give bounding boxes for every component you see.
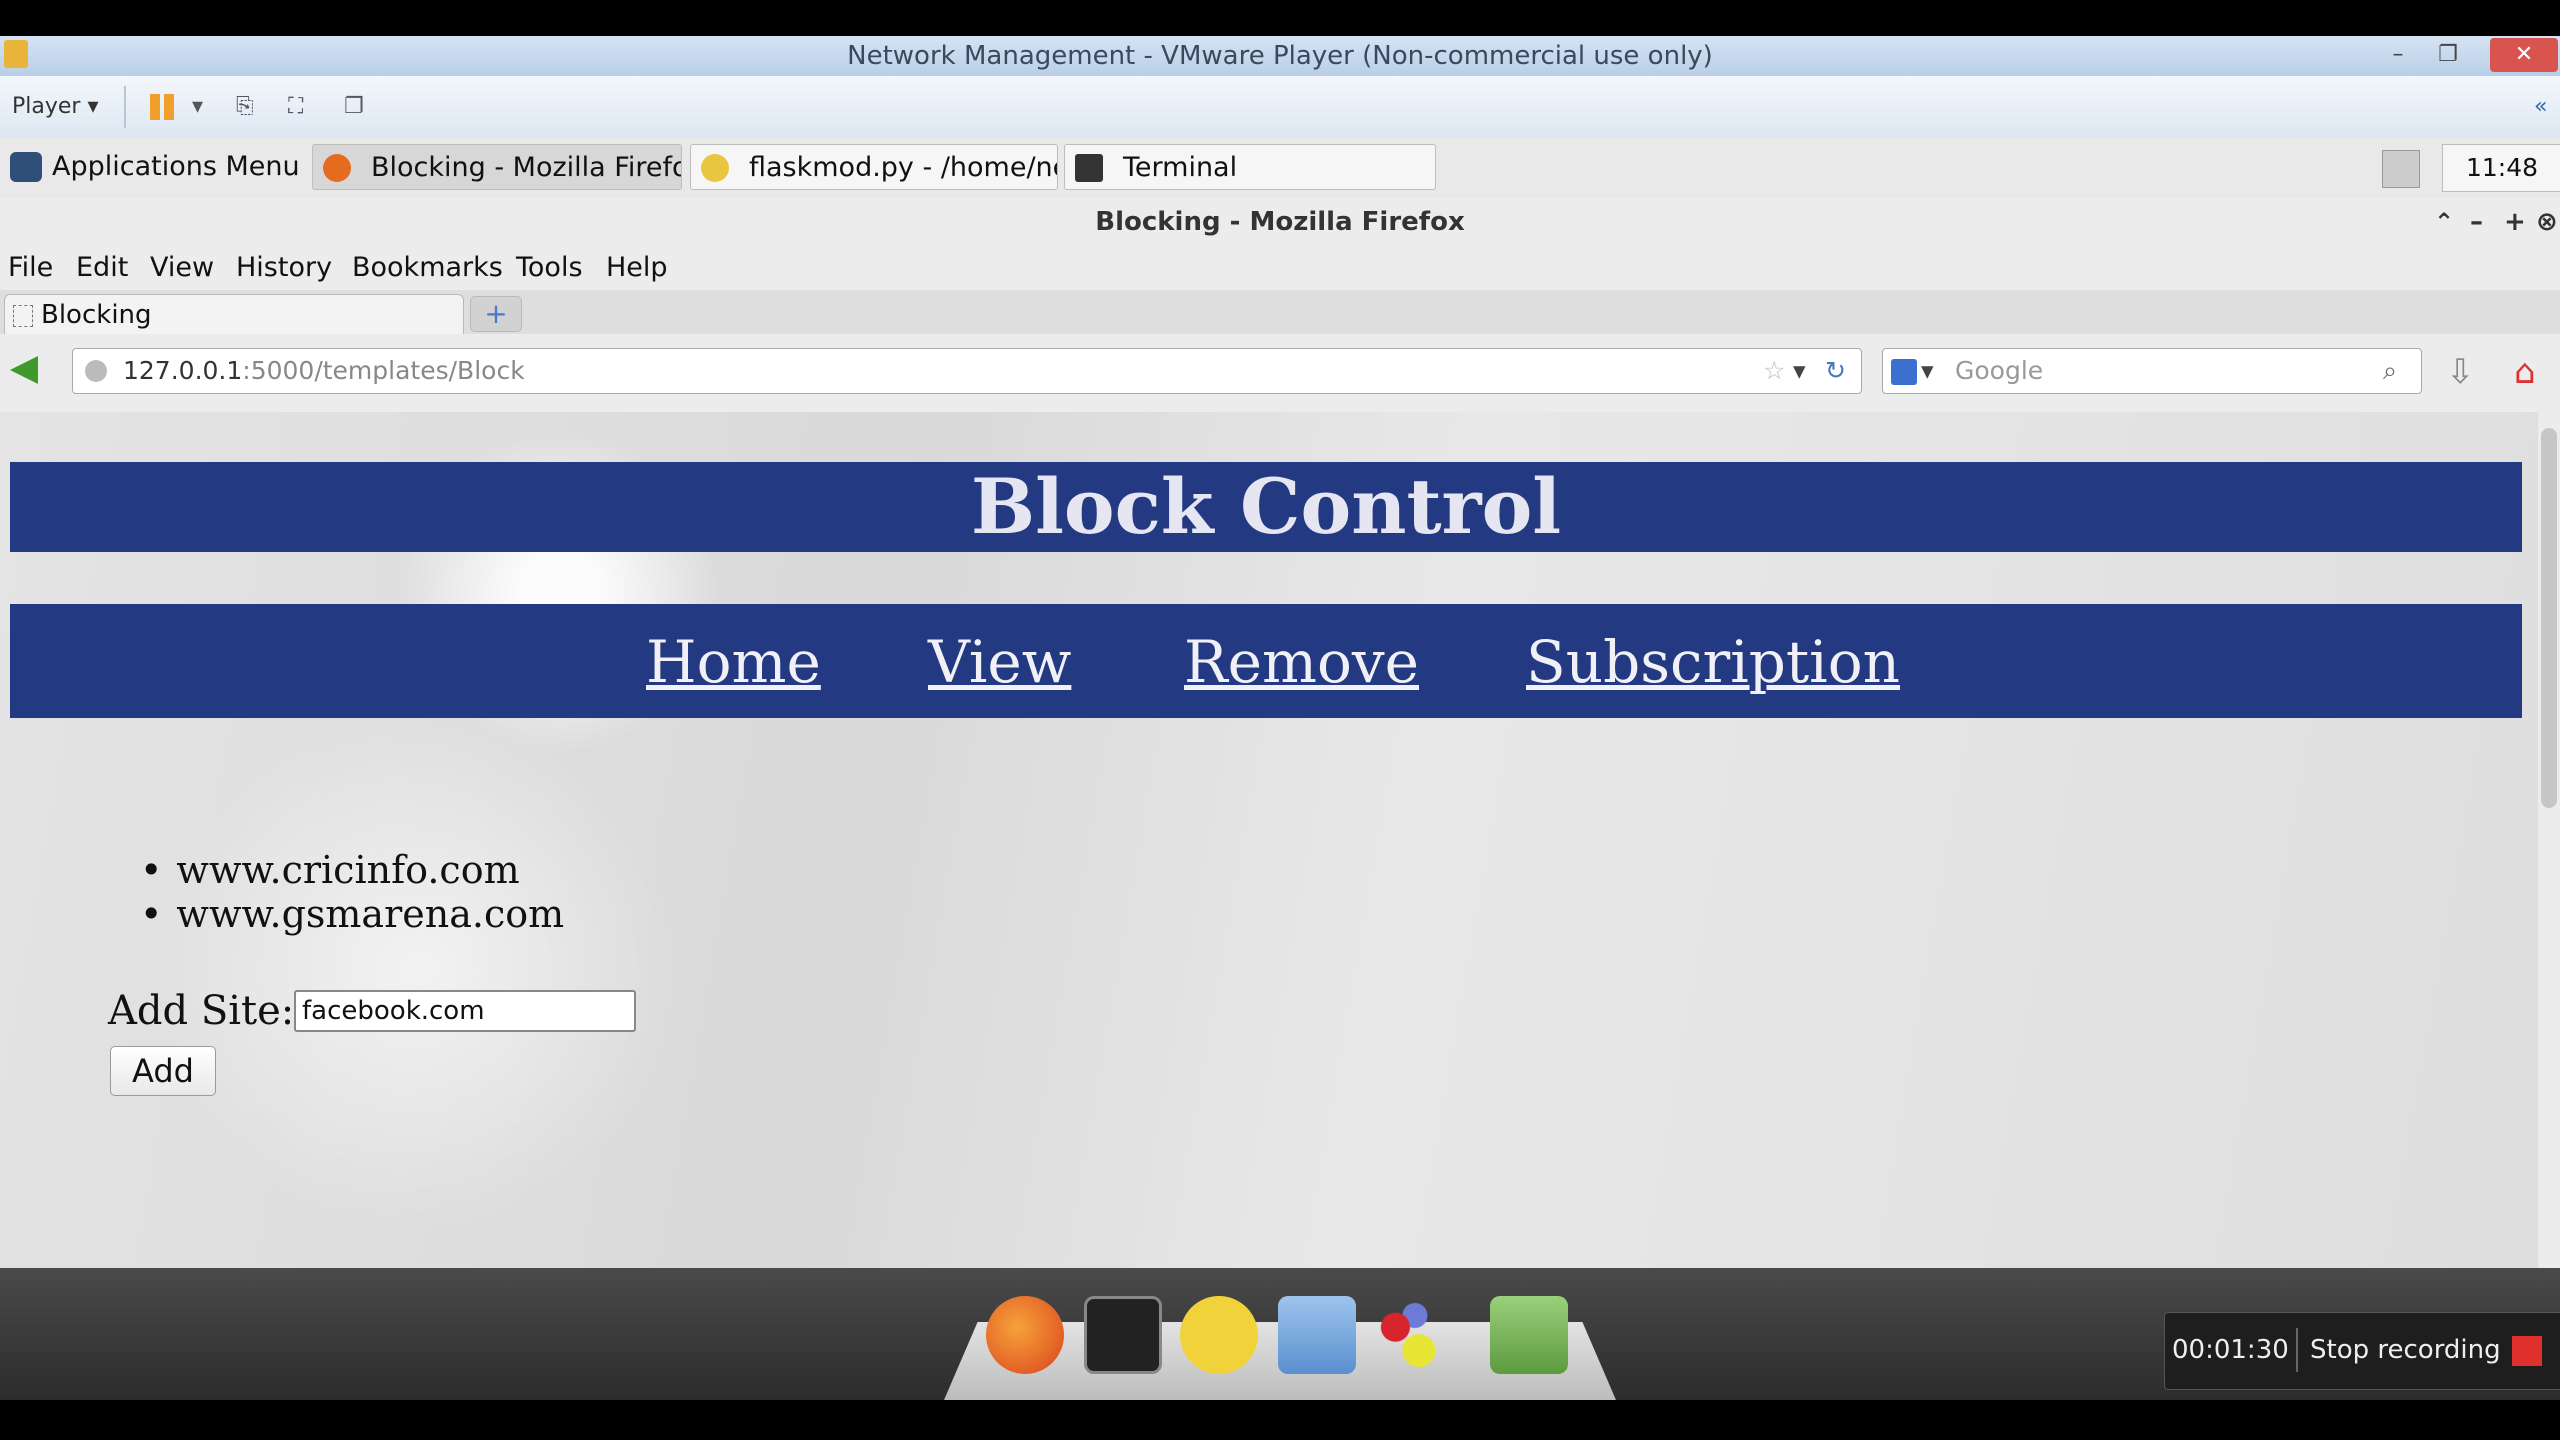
minimize-icon[interactable]: –	[2376, 38, 2420, 72]
home-folder-icon[interactable]	[1278, 1296, 1356, 1374]
fit-guest-icon[interactable]: ⛶	[288, 88, 303, 126]
downloads-icon[interactable]: ⇩	[2446, 352, 2475, 392]
firefox-titlebar: Blocking - Mozilla Firefox ⌃ – + ⊗	[0, 198, 2560, 246]
title-banner: Block Control	[10, 462, 2522, 552]
blocked-sites-list: www.cricinfo.com www.gsmarena.com	[140, 848, 564, 936]
firefox-icon[interactable]	[986, 1296, 1064, 1374]
navigation-toolbar: 127.0.0.1:5000/templates/Block ☆ ▾ ↻ ▾ G…	[0, 334, 2560, 413]
tab-blocking[interactable]: Blocking	[4, 294, 464, 334]
engine-dropdown-icon[interactable]: ▾	[1921, 349, 1934, 393]
task-label: Blocking - Mozilla Firefox	[371, 152, 682, 183]
tab-title: Blocking	[41, 300, 152, 330]
nav-remove-link[interactable]: Remove	[1184, 604, 1419, 720]
mouse-logo-icon	[10, 152, 42, 182]
new-tab-button[interactable]: +	[470, 296, 522, 332]
stop-icon[interactable]	[2512, 1336, 2542, 1366]
firefox-icon	[323, 154, 351, 182]
search-placeholder: Google	[1955, 356, 2044, 385]
unity-icon[interactable]: ❐	[344, 88, 364, 126]
list-item: www.cricinfo.com	[140, 848, 564, 892]
panel-clock[interactable]: 11:48 AM	[2442, 144, 2560, 228]
settings-icon[interactable]	[1372, 1296, 1450, 1374]
reload-icon[interactable]: ↻	[1825, 349, 1846, 393]
task-firefox[interactable]: Blocking - Mozilla Firefox	[312, 144, 682, 190]
menu-help[interactable]: Help	[606, 246, 668, 290]
menu-view[interactable]: View	[150, 246, 214, 290]
nav-banner: Home View Remove Subscription	[10, 604, 2522, 718]
google-engine-icon[interactable]	[1891, 359, 1917, 385]
vmware-window-title: Network Management - VMware Player (Non-…	[847, 41, 1713, 71]
add-button[interactable]: Add	[110, 1046, 216, 1096]
task-label: flaskmod.py - /home/ne...	[749, 152, 1057, 183]
maximize-up-icon[interactable]: ⌃	[2434, 198, 2454, 246]
applications-menu[interactable]: Applications Menu	[6, 144, 300, 190]
page-title: Block Control	[970, 462, 1562, 551]
editor-icon	[701, 154, 729, 182]
nav-subscription-link[interactable]: Subscription	[1526, 604, 1900, 720]
menu-bar: File Edit View History Bookmarks Tools H…	[0, 246, 2560, 290]
desktop-panel: Applications Menu Blocking - Mozilla Fir…	[0, 138, 2560, 228]
tab-bar: Blocking +	[0, 290, 2560, 335]
logout-icon[interactable]	[2382, 150, 2420, 188]
menu-edit[interactable]: Edit	[76, 246, 128, 290]
expand-icon[interactable]: «	[2534, 88, 2547, 126]
menu-tools[interactable]: Tools	[516, 246, 583, 290]
stop-recording-button[interactable]: Stop recording	[2310, 1330, 2501, 1370]
toolbar-divider	[124, 86, 126, 128]
player-menu-button[interactable]: Player ▾	[12, 88, 99, 126]
scrollbar-thumb[interactable]	[2541, 428, 2557, 808]
task-label: Terminal	[1123, 152, 1238, 183]
close-icon[interactable]: ⊗	[2536, 198, 2558, 246]
search-icon[interactable]: ⌕	[2383, 349, 2397, 393]
teapot-icon[interactable]	[1180, 1296, 1258, 1374]
chevron-down-icon: ▾	[87, 94, 99, 119]
site-identity-icon	[85, 360, 107, 382]
history-dropdown-icon[interactable]: ▾	[1793, 349, 1806, 393]
nav-home-link[interactable]: Home	[646, 604, 821, 720]
pause-dropdown-icon[interactable]: ▾	[192, 88, 203, 126]
back-arrow-icon[interactable]	[10, 356, 38, 384]
plus-icon[interactable]: +	[2504, 198, 2526, 246]
send-ctrl-alt-del-icon[interactable]: ⎘	[236, 88, 254, 126]
web-page: Block Control Home View Remove Subscript…	[0, 412, 2538, 1268]
minimize-icon[interactable]: –	[2470, 198, 2483, 246]
recording-divider	[2296, 1328, 2298, 1372]
menu-bookmarks[interactable]: Bookmarks	[352, 246, 503, 290]
pause-icon-bar	[164, 94, 174, 120]
vmware-toolbar: Player ▾ ▾ ⎘ ⛶ ❐ «	[0, 76, 2560, 139]
recording-timer: 00:01:30	[2172, 1335, 2289, 1365]
restore-icon[interactable]: ❐	[2426, 38, 2470, 72]
trash-icon[interactable]	[1490, 1296, 1568, 1374]
bookmark-star-icon[interactable]: ☆	[1763, 349, 1785, 393]
applications-menu-label: Applications Menu	[52, 151, 300, 182]
url-host: 127.0.0.1	[123, 356, 243, 385]
vmware-titlebar: Network Management - VMware Player (Non-…	[0, 36, 2560, 76]
nav-view-link[interactable]: View	[928, 604, 1071, 720]
player-menu-label: Player	[12, 94, 81, 119]
list-item: www.gsmarena.com	[140, 892, 564, 936]
pause-icon[interactable]	[150, 94, 160, 120]
vmware-logo-icon	[4, 40, 28, 68]
search-bar[interactable]: ▾ Google ⌕	[1882, 348, 2422, 394]
home-icon[interactable]: ⌂	[2514, 352, 2536, 392]
add-site-label: Add Site:	[108, 988, 295, 1034]
url-path: :5000/templates/Block	[242, 356, 525, 385]
menu-history[interactable]: History	[236, 246, 332, 290]
task-editor[interactable]: flaskmod.py - /home/ne...	[690, 144, 1058, 190]
add-site-input[interactable]	[294, 990, 636, 1032]
terminal-icon[interactable]	[1084, 1296, 1162, 1374]
firefox-window-title: Blocking - Mozilla Firefox	[1095, 207, 1465, 237]
task-terminal[interactable]: Terminal	[1064, 144, 1436, 190]
url-bar[interactable]: 127.0.0.1:5000/templates/Block ☆ ▾ ↻	[72, 348, 1862, 394]
close-icon[interactable]: ✕	[2490, 38, 2558, 72]
terminal-icon	[1075, 154, 1103, 182]
menu-file[interactable]: File	[8, 246, 53, 290]
page-favicon-icon	[13, 305, 33, 327]
